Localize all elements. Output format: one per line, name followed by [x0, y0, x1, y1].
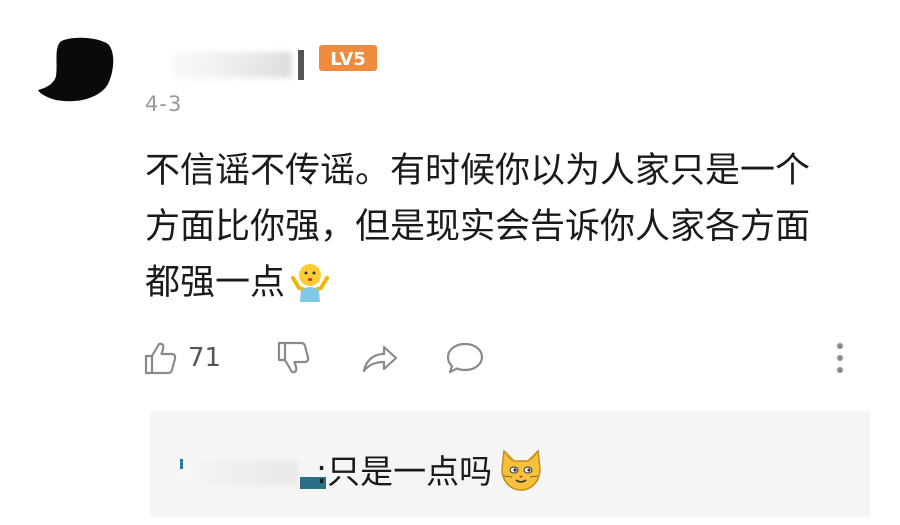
username-mark	[298, 50, 304, 80]
level-badge-text: LV5	[330, 49, 365, 70]
share-arrow-icon	[362, 345, 398, 373]
more-options-button[interactable]	[834, 337, 846, 379]
comment-line-1: 不信谣不传谣。有时候你以为人家只是一个	[145, 151, 811, 191]
reply-button[interactable]	[444, 337, 486, 379]
comment-line-3-wrap: 都强一点	[145, 255, 875, 311]
user-avatar[interactable]	[38, 36, 116, 104]
speech-bubble-icon	[446, 342, 484, 374]
cat-face-emoji-icon	[498, 447, 544, 493]
avatar-redacted-icon	[38, 37, 114, 102]
reply-username-blur	[180, 461, 298, 485]
username-redacted[interactable]	[172, 48, 308, 80]
share-button[interactable]	[360, 337, 400, 379]
comment-line-3: 都强一点	[145, 263, 286, 303]
comment-actions: 71	[142, 337, 862, 379]
username-blur	[172, 52, 292, 78]
thumbs-up-icon	[144, 342, 177, 375]
reply-username-mark	[180, 459, 183, 469]
reply-content: :只是一点吗	[316, 447, 544, 493]
shrug-emoji-icon	[289, 260, 331, 302]
reply-username-redacted[interactable]	[176, 451, 326, 491]
reply-preview[interactable]: :只是一点吗	[150, 411, 870, 517]
level-badge: LV5	[318, 44, 378, 72]
comment-body: 不信谣不传谣。有时候你以为人家只是一个 方面比你强，但是现实会告诉你人家各方面 …	[145, 143, 875, 311]
dislike-button[interactable]	[275, 337, 311, 379]
reply-separator: :	[316, 452, 328, 491]
comment-screen: LV5 4-3 不信谣不传谣。有时候你以为人家只是一个 方面比你强，但是现实会告…	[0, 0, 900, 525]
comment-line-2: 方面比你强，但是现实会告诉你人家各方面	[145, 207, 811, 247]
reply-text: 只是一点吗	[327, 452, 493, 491]
like-count: 71	[188, 343, 222, 373]
comment-date: 4-3	[145, 92, 183, 116]
like-button[interactable]: 71	[142, 337, 221, 379]
thumbs-down-icon	[277, 341, 310, 374]
more-vertical-icon	[837, 343, 843, 373]
